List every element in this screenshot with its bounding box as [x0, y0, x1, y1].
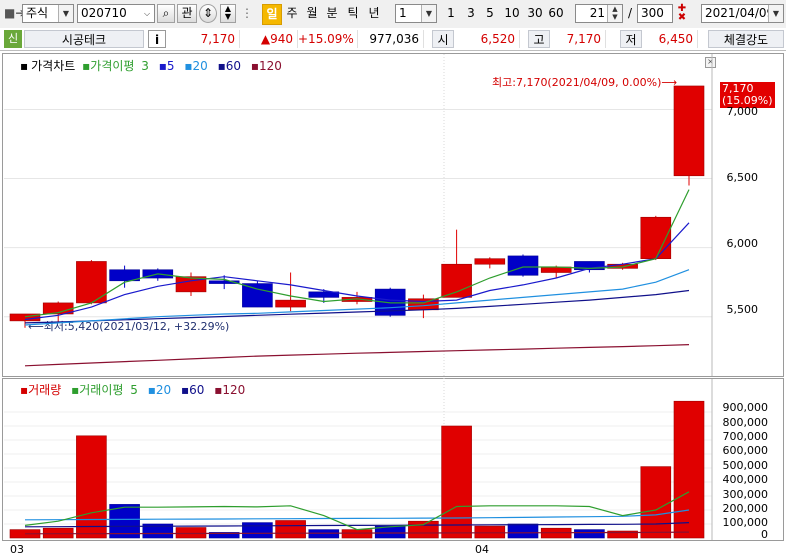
ma120-line	[24, 344, 690, 367]
volume-bar	[341, 529, 373, 539]
candle-body	[474, 258, 506, 265]
candle-body	[242, 283, 273, 308]
volume-bar	[175, 527, 207, 539]
volume-bar	[441, 425, 472, 539]
volume-bar	[76, 435, 107, 539]
volume-bar	[275, 520, 306, 539]
volume-bar	[574, 529, 605, 539]
candle-body	[673, 85, 705, 177]
chart-plot-area[interactable]	[0, 0, 786, 557]
volume-bar	[474, 525, 506, 539]
volume-bar	[42, 527, 74, 539]
volume-bar	[640, 466, 672, 539]
volume-bar	[507, 523, 539, 539]
volume-bar	[673, 400, 705, 539]
candle-body	[507, 255, 539, 276]
volume-bar	[408, 520, 439, 539]
candle-body	[275, 299, 306, 308]
volume-bar	[242, 522, 273, 539]
